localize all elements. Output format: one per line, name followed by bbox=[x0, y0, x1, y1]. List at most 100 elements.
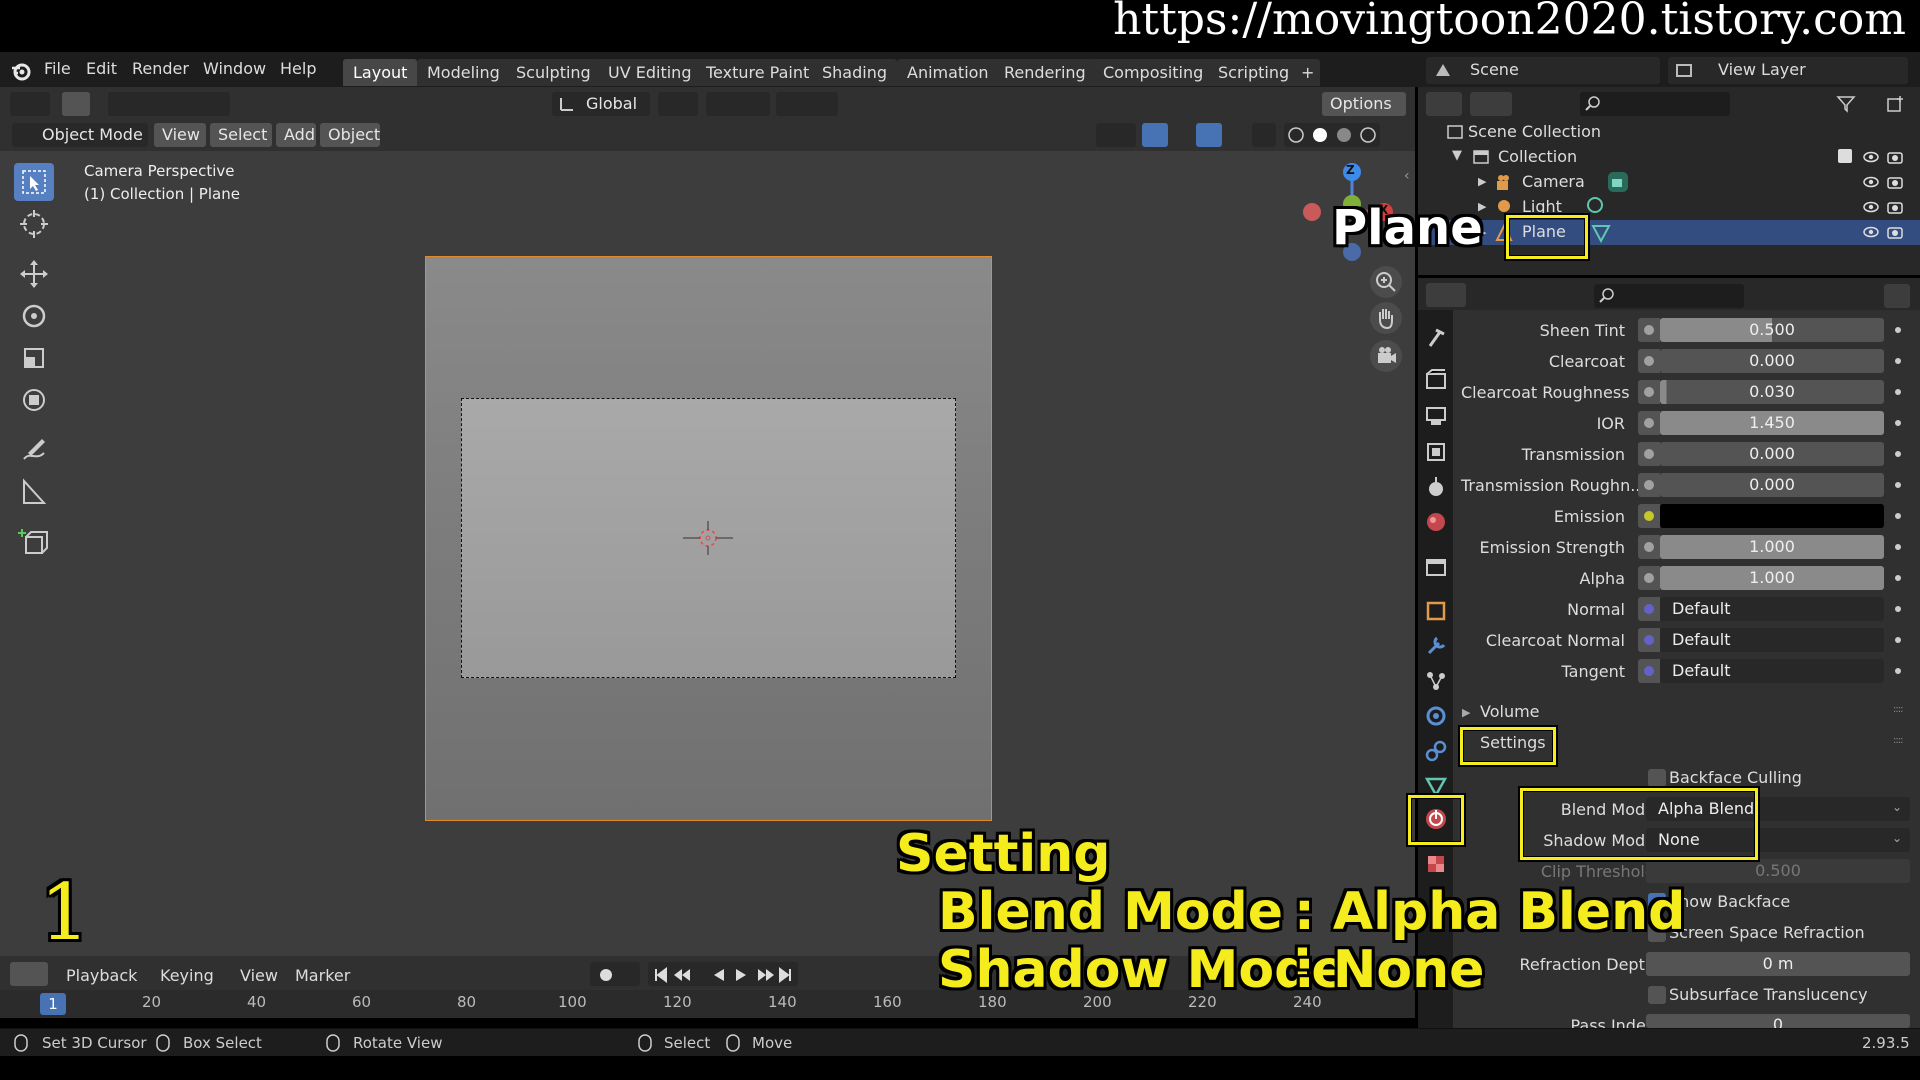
properties-editor-type[interactable] bbox=[1426, 283, 1466, 307]
property-slider[interactable]: 1.000 bbox=[1660, 566, 1884, 590]
editor-type-button[interactable] bbox=[10, 92, 50, 116]
menu-file[interactable]: File bbox=[44, 59, 71, 78]
visibility-eye-icon[interactable] bbox=[1862, 173, 1880, 191]
property-slider[interactable]: 1.450 bbox=[1660, 411, 1884, 435]
socket-icon[interactable] bbox=[1638, 504, 1660, 528]
property-slider[interactable]: 0.000 bbox=[1660, 473, 1884, 497]
panel-drag-handle-icon[interactable]: :::: bbox=[1893, 735, 1904, 746]
particles-tab-icon[interactable] bbox=[1422, 667, 1450, 695]
display-mode-dropdown[interactable] bbox=[1470, 92, 1512, 116]
pivot-point-button[interactable] bbox=[658, 92, 698, 116]
measure-tool[interactable] bbox=[14, 473, 54, 511]
scene-tab-icon[interactable] bbox=[1422, 473, 1450, 501]
animate-property-dot-icon[interactable] bbox=[1895, 389, 1901, 395]
tab-modeling[interactable]: Modeling bbox=[417, 59, 510, 86]
socket-icon[interactable] bbox=[1638, 318, 1660, 342]
panel-drag-handle-icon[interactable]: :::: bbox=[1893, 704, 1904, 715]
move-tool[interactable] bbox=[14, 255, 54, 293]
collection-checkbox[interactable] bbox=[1838, 149, 1852, 163]
select-menu[interactable]: Select bbox=[210, 123, 272, 147]
property-slider[interactable]: 0.000 bbox=[1660, 442, 1884, 466]
tab-scripting[interactable]: Scripting bbox=[1208, 59, 1300, 86]
properties-search-input[interactable] bbox=[1594, 284, 1744, 308]
tab-compositing[interactable]: Compositing bbox=[1093, 59, 1214, 86]
property-slider[interactable]: 0.500 bbox=[1660, 318, 1884, 342]
animate-property-dot-icon[interactable] bbox=[1895, 606, 1901, 612]
property-slider[interactable]: 1.000 bbox=[1660, 535, 1884, 559]
transform-tool[interactable] bbox=[14, 381, 54, 419]
emission-color-field[interactable] bbox=[1660, 504, 1884, 528]
socket-icon[interactable] bbox=[1638, 535, 1660, 559]
select-tool-icon[interactable] bbox=[62, 92, 90, 116]
tab-uv-editing[interactable]: UV Editing bbox=[598, 59, 702, 86]
gizmo-toggle-icon[interactable] bbox=[1142, 123, 1168, 147]
socket-icon[interactable] bbox=[1638, 566, 1660, 590]
expand-arrow-icon[interactable]: ▶ bbox=[1478, 175, 1486, 188]
socket-icon[interactable] bbox=[1638, 349, 1660, 373]
scene-selector[interactable]: Scene bbox=[1426, 57, 1660, 84]
volume-collapse-arrow-icon[interactable]: ▶ bbox=[1462, 706, 1470, 719]
add-cube-tool[interactable] bbox=[14, 523, 54, 561]
render-camera-icon[interactable] bbox=[1886, 223, 1904, 241]
visibility-eye-icon[interactable] bbox=[1862, 223, 1880, 241]
socket-icon[interactable] bbox=[1638, 628, 1660, 652]
animate-property-dot-icon[interactable] bbox=[1895, 513, 1901, 519]
marker-menu[interactable]: Marker bbox=[295, 966, 350, 985]
tab-animation[interactable]: Animation bbox=[897, 59, 999, 86]
pass-index-field[interactable]: 0 bbox=[1646, 1014, 1910, 1028]
tab-layout[interactable]: Layout bbox=[343, 59, 418, 86]
snap-button[interactable] bbox=[706, 92, 770, 116]
output-tab-icon[interactable] bbox=[1422, 402, 1450, 430]
playback-menu[interactable]: Playback bbox=[66, 966, 137, 985]
xray-toggle-icon[interactable] bbox=[1252, 123, 1276, 147]
vector-input-dropdown[interactable]: Default bbox=[1660, 628, 1884, 652]
filter-icon[interactable] bbox=[1836, 95, 1856, 113]
animate-property-dot-icon[interactable] bbox=[1895, 544, 1901, 550]
constraints-tab-icon[interactable] bbox=[1422, 737, 1450, 765]
render-camera-icon[interactable] bbox=[1886, 173, 1904, 191]
timeline-editor-type[interactable] bbox=[10, 962, 48, 986]
world-tab-icon[interactable] bbox=[1422, 508, 1450, 536]
visibility-dropdown[interactable] bbox=[1096, 123, 1136, 147]
animate-property-dot-icon[interactable] bbox=[1895, 420, 1901, 426]
outliner-editor-type[interactable] bbox=[1426, 92, 1462, 116]
vector-input-dropdown[interactable]: Default bbox=[1660, 597, 1884, 621]
select-mode-buttons[interactable] bbox=[108, 92, 230, 116]
tab-rendering[interactable]: Rendering bbox=[994, 59, 1096, 86]
camera-view-button[interactable] bbox=[1370, 340, 1402, 372]
animate-property-dot-icon[interactable] bbox=[1895, 327, 1901, 333]
annotate-tool[interactable] bbox=[14, 431, 54, 469]
animate-property-dot-icon[interactable] bbox=[1895, 668, 1901, 674]
modifier-tab-icon[interactable] bbox=[1422, 632, 1450, 660]
view-layer-tab-icon[interactable] bbox=[1422, 438, 1450, 466]
cursor-tool[interactable] bbox=[14, 205, 54, 243]
menu-help[interactable]: Help bbox=[280, 59, 316, 78]
rotate-tool[interactable] bbox=[14, 297, 54, 335]
tool-tab-icon[interactable] bbox=[1422, 324, 1450, 352]
socket-icon[interactable] bbox=[1638, 442, 1660, 466]
pan-button[interactable] bbox=[1370, 302, 1402, 334]
socket-icon[interactable] bbox=[1638, 473, 1660, 497]
clip-threshold-field[interactable]: 0.500 bbox=[1646, 859, 1910, 883]
animate-property-dot-icon[interactable] bbox=[1895, 482, 1901, 488]
collection-tab-icon[interactable] bbox=[1422, 553, 1450, 581]
menu-window[interactable]: Window bbox=[203, 59, 266, 78]
tab-sculpting[interactable]: Sculpting bbox=[506, 59, 601, 86]
object-menu[interactable]: Object bbox=[320, 123, 380, 147]
property-slider[interactable]: 0.000 bbox=[1660, 349, 1884, 373]
overlay-toggle-icon[interactable] bbox=[1196, 123, 1222, 147]
property-slider[interactable]: 0.030 bbox=[1660, 380, 1884, 404]
texture-tab-icon[interactable] bbox=[1422, 850, 1450, 878]
scene-collection-row[interactable]: Scene Collection bbox=[1444, 122, 1601, 147]
proportional-editing-button[interactable] bbox=[776, 92, 838, 116]
refraction-depth-field[interactable]: 0 m bbox=[1646, 952, 1910, 976]
object-tab-icon[interactable] bbox=[1422, 597, 1450, 625]
expand-arrow-icon[interactable]: ▼ bbox=[1452, 148, 1462, 163]
add-workspace-button[interactable]: + bbox=[1295, 59, 1321, 86]
physics-tab-icon[interactable] bbox=[1422, 702, 1450, 730]
keying-menu[interactable]: Keying bbox=[160, 966, 214, 985]
socket-icon[interactable] bbox=[1638, 411, 1660, 435]
object-mode-dropdown[interactable]: Object Mode bbox=[12, 123, 148, 147]
view-layer-selector[interactable]: View Layer bbox=[1668, 57, 1908, 84]
view-menu[interactable]: View bbox=[154, 123, 206, 147]
